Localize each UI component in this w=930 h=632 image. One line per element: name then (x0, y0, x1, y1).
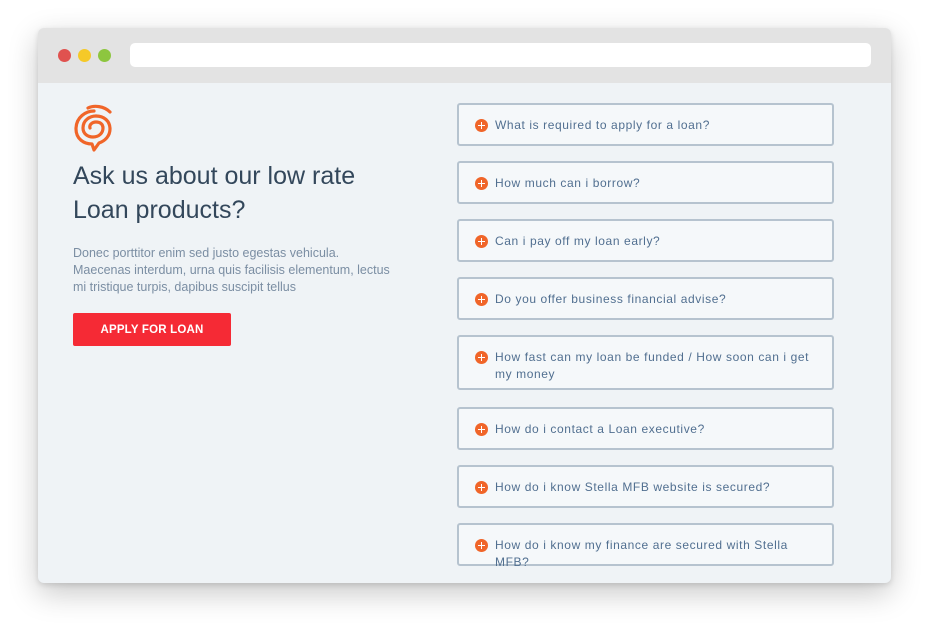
faq-question: Can i pay off my loan early? (495, 234, 661, 248)
faq-item[interactable]: What is required to apply for a loan? (457, 103, 834, 146)
faq-question: How much can i borrow? (495, 176, 641, 190)
faq-item[interactable]: How do i contact a Loan executive? (457, 407, 834, 450)
page-content: Ask us about our low rate Loan products?… (38, 83, 891, 583)
plus-circle-icon (475, 177, 488, 190)
maximize-window-button[interactable] (98, 49, 111, 62)
faq-question: How fast can my loan be funded / How soo… (495, 350, 810, 381)
faq-item[interactable]: How much can i borrow? (457, 161, 834, 204)
speech-bubble-logo-icon (74, 104, 112, 152)
faq-question: How do i contact a Loan executive? (495, 422, 705, 436)
plus-circle-icon (475, 423, 488, 436)
faq-question: Do you offer business financial advise? (495, 292, 727, 306)
browser-titlebar (38, 28, 891, 83)
faq-item[interactable]: How do i know Stella MFB website is secu… (457, 465, 834, 508)
faq-item[interactable]: How do i know my finance are secured wit… (457, 523, 834, 569)
plus-circle-icon (475, 539, 488, 552)
headline-line-2: Loan products? (73, 196, 246, 224)
plus-circle-icon (475, 293, 488, 306)
apply-for-loan-button[interactable]: APPLY FOR LOAN (73, 313, 231, 346)
plus-circle-icon (475, 351, 488, 364)
plus-circle-icon (475, 481, 488, 494)
address-bar[interactable] (130, 43, 871, 67)
browser-window: Ask us about our low rate Loan products?… (38, 28, 891, 583)
description-text: Donec porttitor enim sed justo egestas v… (73, 246, 390, 294)
minimize-window-button[interactable] (78, 49, 91, 62)
headline-line-1: Ask us about our low rate (73, 162, 356, 190)
close-window-button[interactable] (58, 49, 71, 62)
page-headline: Ask us about our low rate Loan products? (73, 159, 403, 227)
faq-question: What is required to apply for a loan? (495, 118, 710, 132)
plus-circle-icon (475, 119, 488, 132)
faq-question: How do i know my finance are secured wit… (495, 538, 788, 569)
faq-item[interactable]: Can i pay off my loan early? (457, 219, 834, 262)
plus-circle-icon (475, 235, 488, 248)
faq-item[interactable]: Do you offer business financial advise? (457, 277, 834, 320)
faq-item[interactable]: How fast can my loan be funded / How soo… (457, 335, 834, 390)
faq-question: How do i know Stella MFB website is secu… (495, 480, 771, 494)
